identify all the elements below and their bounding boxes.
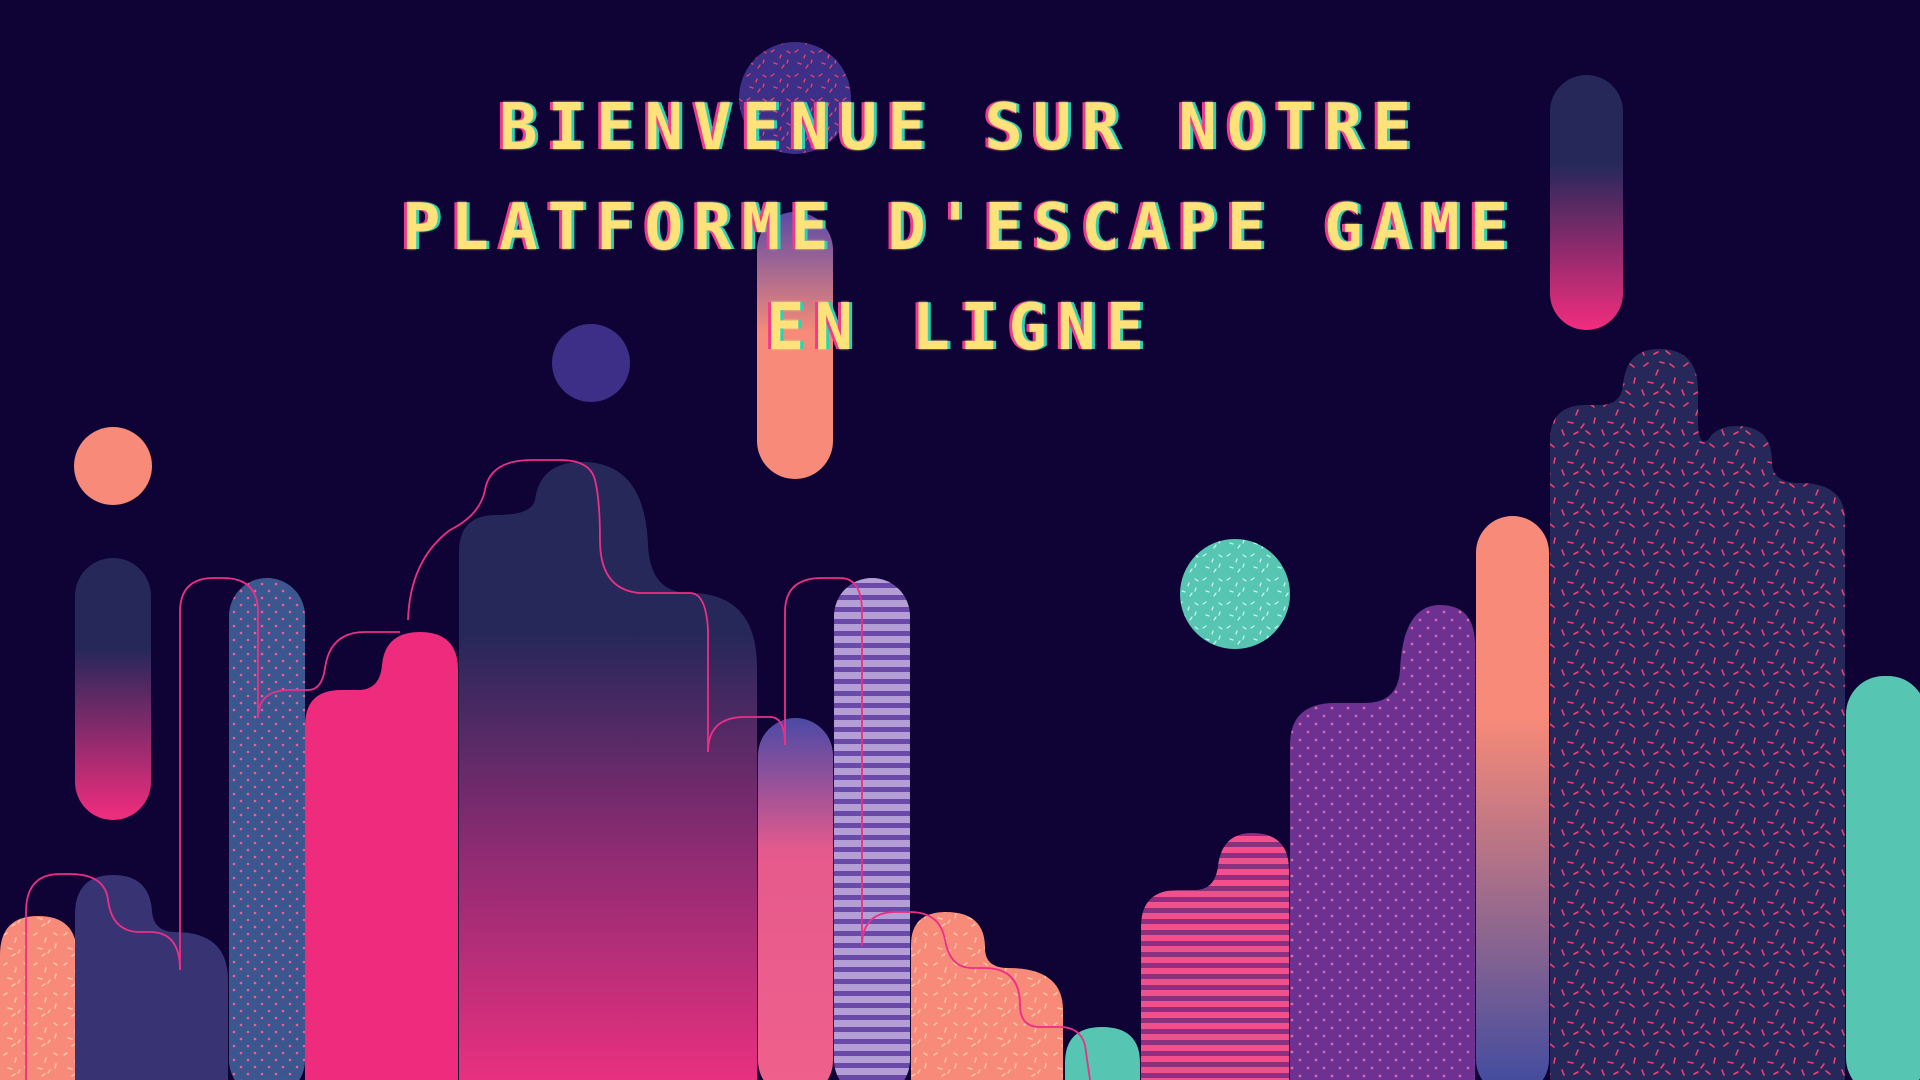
building xyxy=(75,875,228,1080)
building xyxy=(1065,1027,1140,1080)
title-line-3: en ligne xyxy=(765,291,1155,365)
building xyxy=(0,916,77,1080)
welcome-screen: Bienvenue sur notre platforme d'escape g… xyxy=(0,0,1920,1080)
building xyxy=(834,578,910,1080)
building xyxy=(1846,676,1920,1080)
building xyxy=(1290,605,1475,1080)
decor-pill xyxy=(75,558,151,820)
building xyxy=(1476,516,1549,1080)
title-line-1: Bienvenue sur notre xyxy=(498,91,1422,165)
building xyxy=(758,718,833,1080)
building xyxy=(305,632,458,1080)
building xyxy=(911,912,1063,1080)
building xyxy=(229,578,305,1080)
page-title: Bienvenue sur notre platforme d'escape g… xyxy=(260,78,1660,378)
decor-circle xyxy=(74,427,152,505)
title-line-2: platforme d'escape game xyxy=(401,191,1519,265)
decor-circle xyxy=(1180,539,1290,649)
building xyxy=(1550,349,1845,1080)
building xyxy=(1141,833,1289,1080)
building xyxy=(459,462,757,1080)
